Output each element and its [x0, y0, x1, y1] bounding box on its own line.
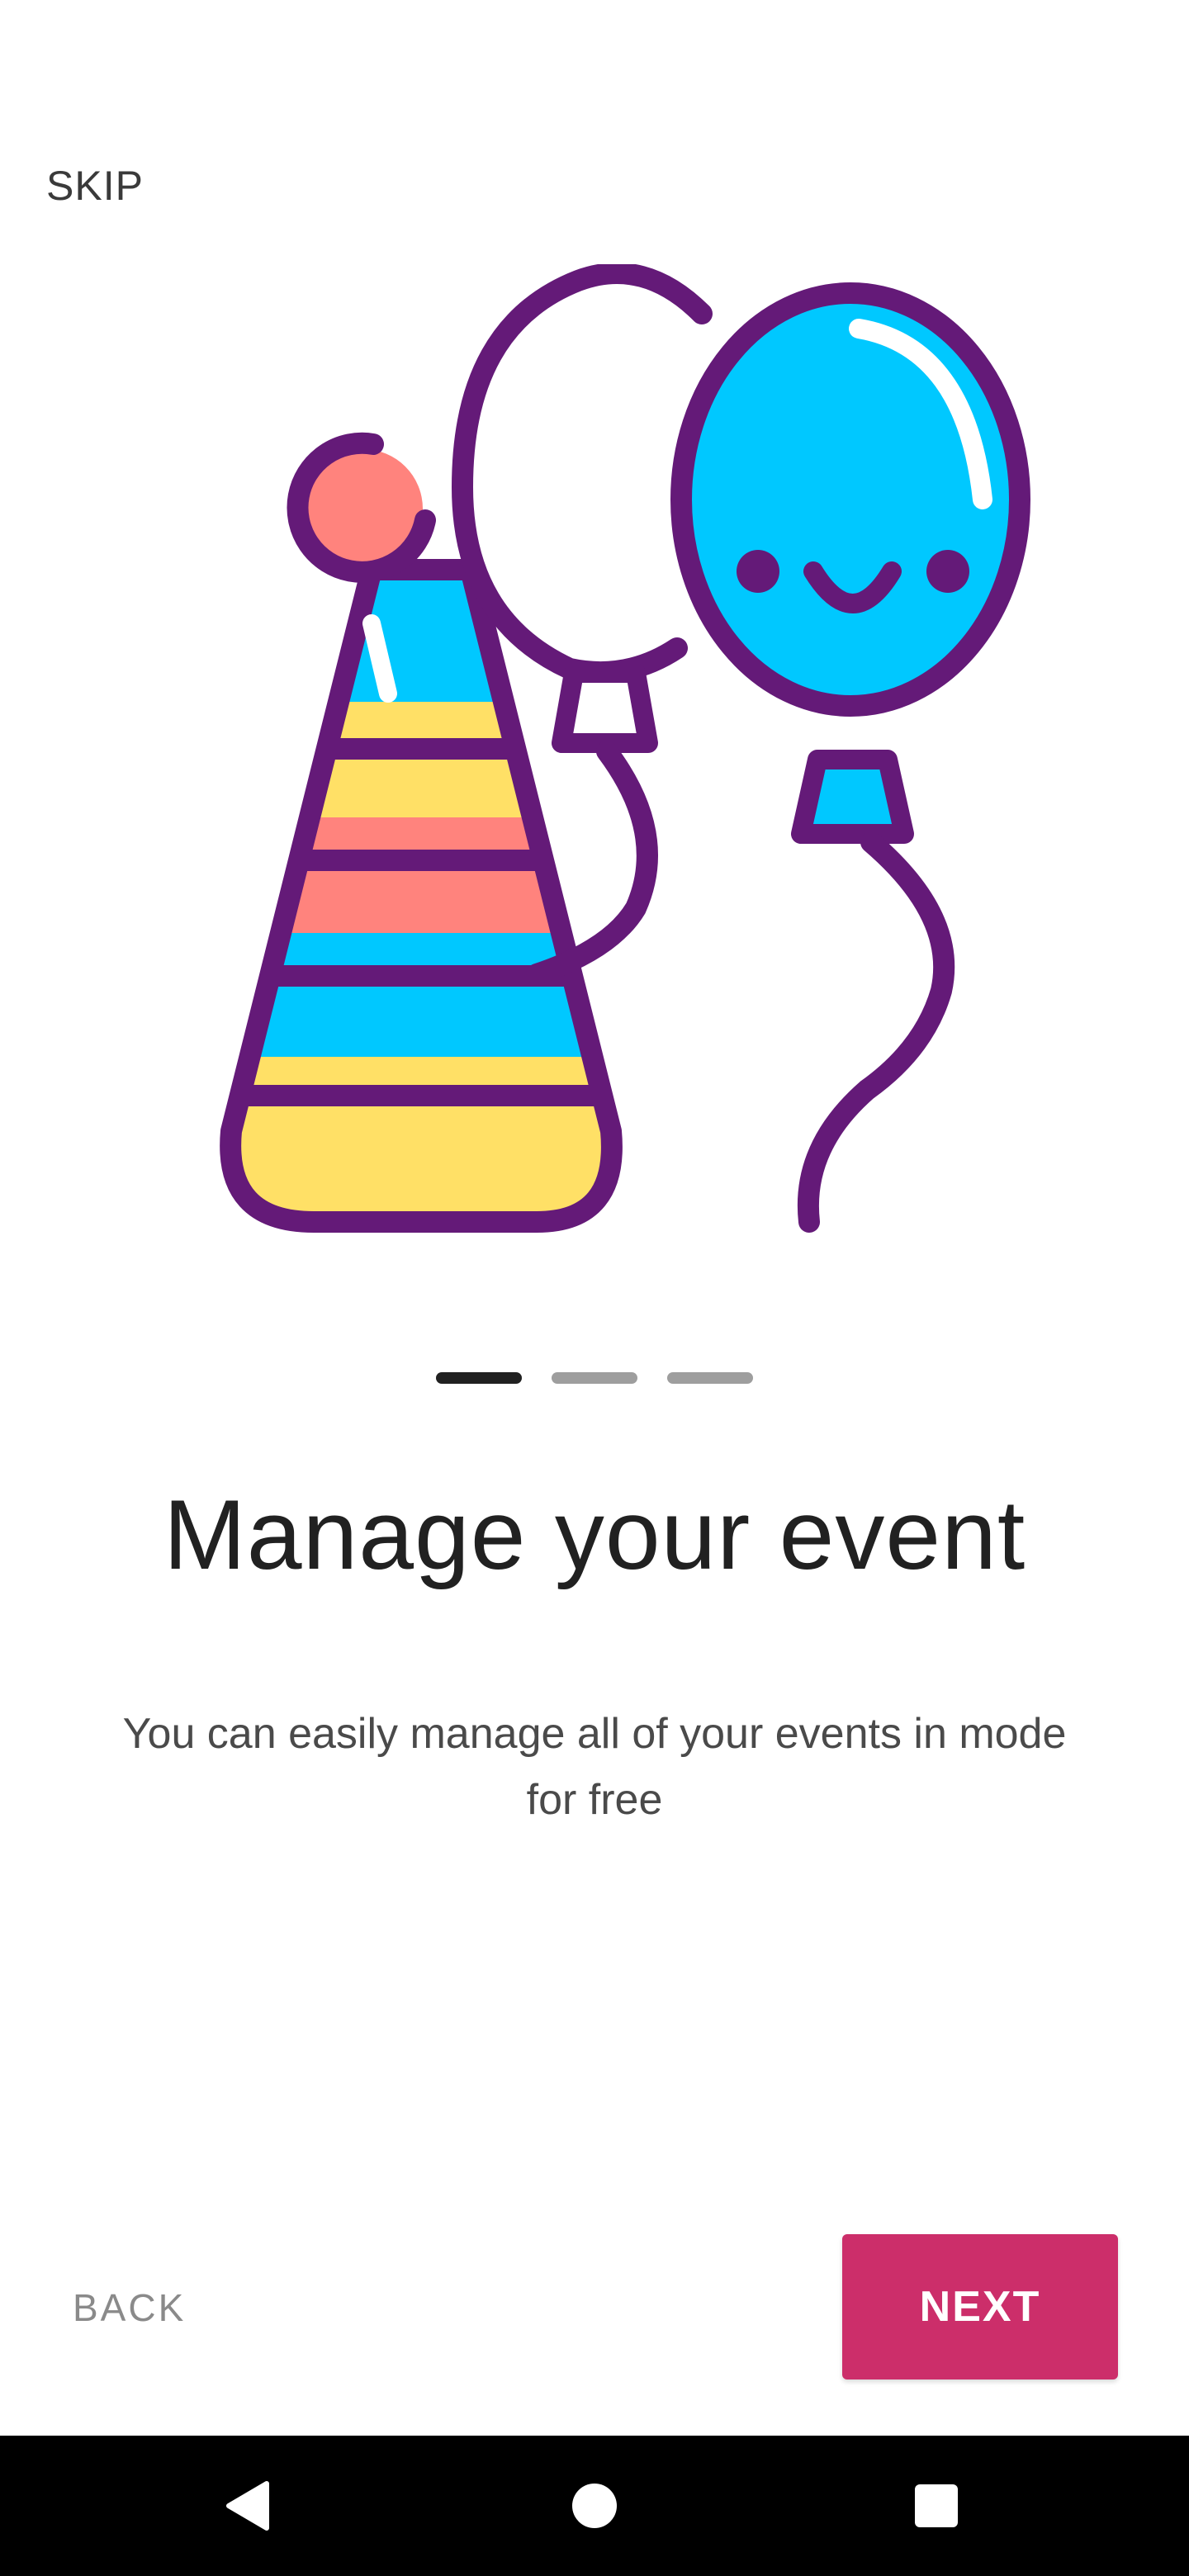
nav-recents-button[interactable] [870, 2436, 1002, 2576]
page-indicator [436, 1372, 760, 1384]
recents-square-icon [915, 2484, 958, 2527]
system-navigation-bar [0, 2436, 1189, 2576]
page-description: You can easily manage all of your events… [122, 1710, 1067, 1824]
page-indicator-dot [552, 1372, 637, 1384]
skip-button[interactable]: SKIP [46, 162, 144, 210]
page-title: Manage your event [163, 1480, 1026, 1590]
onboarding-screen: SKIP Manage your event You can easily ma… [0, 0, 1189, 2576]
next-button[interactable]: NEXT [842, 2234, 1118, 2379]
page-indicator-dot [667, 1372, 753, 1384]
page-indicator-dot-active [436, 1372, 522, 1384]
balloon-smiley-icon [670, 282, 1030, 1233]
party-illustration [220, 264, 1030, 1233]
back-triangle-icon [226, 2481, 269, 2531]
home-circle-icon [572, 2484, 617, 2528]
nav-home-button[interactable] [528, 2436, 661, 2576]
nav-back-button[interactable] [182, 2436, 314, 2576]
back-button[interactable]: BACK [73, 2285, 186, 2330]
